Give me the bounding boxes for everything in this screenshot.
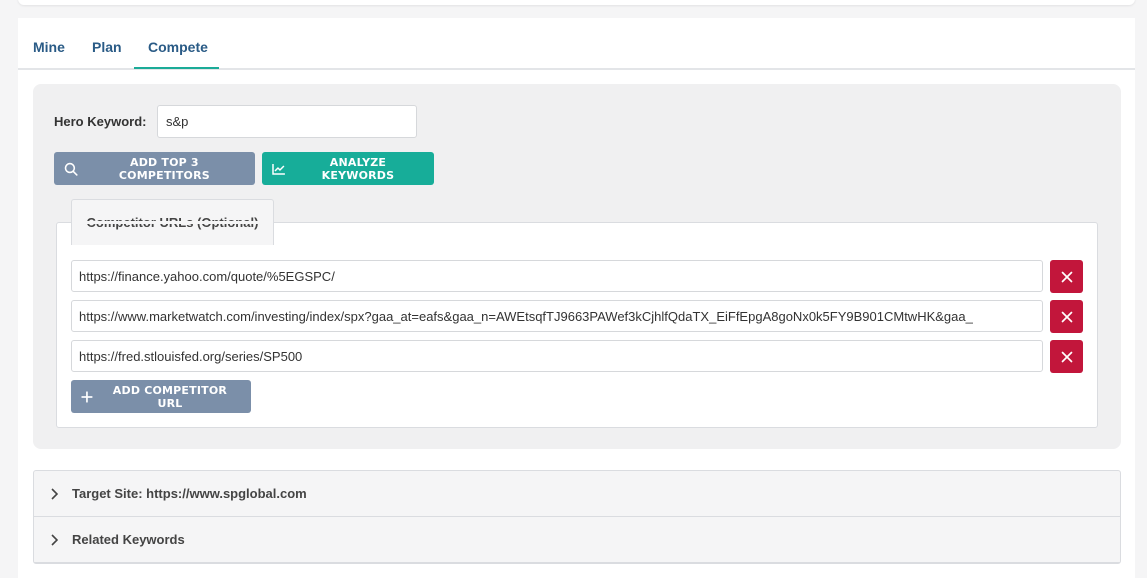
close-icon: [1061, 311, 1072, 322]
tab-bar: Mine Plan Compete: [18, 18, 1135, 70]
analyze-keywords-label: ANALYZE KEYWORDS: [321, 155, 395, 182]
accordion-label: Target Site: https://www.spglobal.com: [72, 486, 307, 501]
remove-url-button[interactable]: [1050, 260, 1083, 293]
close-icon: [1061, 351, 1072, 362]
active-tab-indicator: [134, 67, 219, 69]
analyze-keywords-button[interactable]: ANALYZE KEYWORDS: [262, 152, 434, 185]
main-panel: Mine Plan Compete Hero Keyword: ADD TOP …: [18, 18, 1135, 578]
remove-url-button[interactable]: [1050, 340, 1083, 373]
accordion-item-target-site[interactable]: Target Site: https://www.spglobal.com: [34, 471, 1120, 517]
competitor-urls-fieldset: ADD COMPETITOR URL: [56, 222, 1098, 428]
chevron-right-icon: [50, 487, 62, 500]
accordion-item-related-keywords[interactable]: Related Keywords: [34, 517, 1120, 563]
competitor-url-row: [71, 260, 1083, 293]
close-icon: [1061, 271, 1072, 282]
hero-keyword-label: Hero Keyword:: [54, 114, 147, 129]
competitor-url-input[interactable]: [71, 300, 1043, 332]
top-card: [18, 0, 1135, 5]
compete-section: Hero Keyword: ADD TOP 3 COMPETITORS ANAL…: [33, 84, 1121, 449]
competitor-url-row: [71, 300, 1083, 333]
accordion-label: Related Keywords: [72, 532, 185, 547]
add-competitor-url-button[interactable]: ADD COMPETITOR URL: [71, 380, 251, 413]
chart-line-icon: [272, 163, 285, 175]
search-icon: [64, 162, 78, 176]
competitor-url-row: [71, 340, 1083, 373]
legend-mask: [72, 221, 273, 224]
add-competitor-url-label: ADD COMPETITOR URL: [112, 383, 228, 410]
competitor-url-input[interactable]: [71, 340, 1043, 372]
remove-url-button[interactable]: [1050, 300, 1083, 333]
tab-compete[interactable]: Compete: [148, 39, 208, 55]
chevron-right-icon: [50, 533, 62, 546]
add-top-competitors-label: ADD TOP 3 COMPETITORS: [118, 155, 210, 182]
add-top-competitors-button[interactable]: ADD TOP 3 COMPETITORS: [54, 152, 255, 185]
tab-plan[interactable]: Plan: [92, 39, 122, 55]
tab-mine[interactable]: Mine: [33, 39, 65, 55]
hero-keyword-input[interactable]: [157, 105, 417, 138]
plus-icon: [81, 391, 93, 402]
competitor-url-input[interactable]: [71, 260, 1043, 292]
accordion: Target Site: https://www.spglobal.com Re…: [33, 470, 1121, 564]
